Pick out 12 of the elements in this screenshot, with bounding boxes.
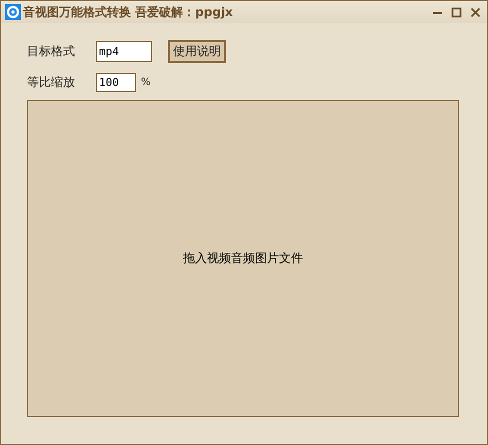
- app-icon: [5, 4, 21, 20]
- format-label: 目标格式: [27, 42, 76, 60]
- format-field[interactable]: mp4: [96, 40, 152, 62]
- close-icon[interactable]: [470, 6, 481, 18]
- window-title: 音视图万能格式转换 吾爱破解：ppgjx: [23, 4, 233, 20]
- maximize-icon[interactable]: [451, 6, 462, 18]
- scale-label: 等比缩放: [27, 74, 76, 90]
- scale-field[interactable]: 100: [96, 72, 136, 92]
- drop-hint: 拖入视频音频图片文件: [183, 250, 303, 267]
- drop-area[interactable]: 拖入视频音频图片文件: [27, 100, 459, 417]
- help-button[interactable]: 使用说明: [168, 40, 226, 62]
- percent-unit: %: [141, 76, 151, 88]
